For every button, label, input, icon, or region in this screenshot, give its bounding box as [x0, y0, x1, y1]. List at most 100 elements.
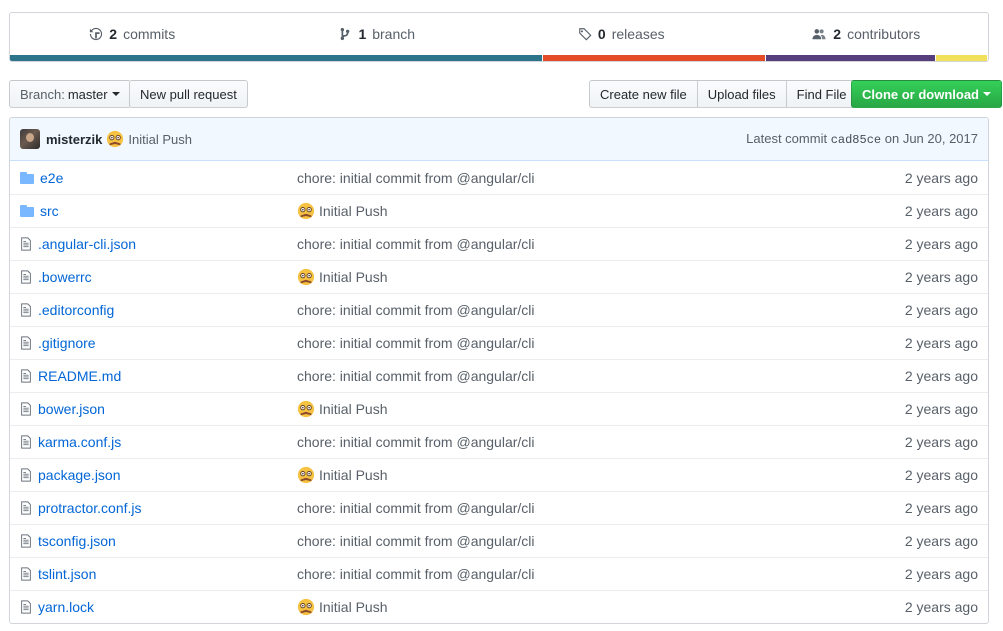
branch-icon: [341, 27, 350, 41]
commit-message-link[interactable]: Initial Push: [319, 467, 387, 483]
file-icon: [20, 336, 32, 350]
commit-age: 2 years ago: [904, 368, 978, 384]
file-icon: [20, 270, 32, 284]
folder-icon: [20, 171, 34, 184]
file-name-cell: package.json: [20, 467, 297, 483]
file-link[interactable]: .gitignore: [38, 335, 96, 351]
commit-message-cell: chore: initial commit from @angular/cli: [297, 566, 905, 582]
commit-message-link[interactable]: chore: initial commit from @angular/cli: [297, 500, 535, 516]
create-new-file-button[interactable]: Create new file: [589, 80, 698, 108]
commit-message-link[interactable]: chore: initial commit from @angular/cli: [297, 434, 535, 450]
commit-message-cell: chore: initial commit from @angular/cli: [297, 236, 905, 252]
branch-select-button[interactable]: Branch: master: [9, 80, 131, 108]
file-icon: [20, 435, 32, 449]
file-name-cell: .angular-cli.json: [20, 236, 297, 252]
commit-message-link[interactable]: chore: initial commit from @angular/cli: [297, 302, 535, 318]
nerd-face-emoji-icon: [297, 202, 315, 220]
file-link[interactable]: tsconfig.json: [38, 533, 116, 549]
commit-message-cell: Initial Push: [297, 598, 905, 616]
commit-message-link[interactable]: Initial Push: [319, 269, 387, 285]
commit-message-link[interactable]: chore: initial commit from @angular/cli: [297, 236, 535, 252]
commit-message-link[interactable]: chore: initial commit from @angular/cli: [297, 566, 535, 582]
latest-commit-label: Latest commit: [746, 131, 828, 146]
language-segment[interactable]: [543, 55, 766, 61]
commit-message-cell: chore: initial commit from @angular/cli: [297, 368, 905, 384]
commit-author[interactable]: misterzik: [46, 132, 102, 147]
table-row: .editorconfig chore: initial commit from …: [10, 293, 988, 326]
commit-message-cell: chore: initial commit from @angular/cli: [297, 533, 905, 549]
nerd-face-emoji-icon: [297, 400, 315, 418]
commit-age: 2 years ago: [904, 533, 978, 549]
language-bar[interactable]: [10, 55, 988, 61]
file-link[interactable]: yarn.lock: [38, 599, 94, 615]
file-name-cell: protractor.conf.js: [20, 500, 297, 516]
branches-link[interactable]: 1 branch: [255, 13, 500, 55]
commit-message-cell: Initial Push: [297, 466, 905, 484]
contributors-link[interactable]: 2 contributors: [744, 13, 989, 55]
branches-label: branch: [372, 26, 416, 42]
commit-age: 2 years ago: [904, 169, 978, 186]
commits-link[interactable]: 2 commits: [10, 13, 255, 55]
file-link[interactable]: package.json: [38, 467, 121, 483]
file-link[interactable]: .bowerrc: [38, 269, 92, 285]
file-link[interactable]: protractor.conf.js: [38, 500, 142, 516]
file-icon: [20, 600, 32, 614]
file-link[interactable]: bower.json: [38, 401, 105, 417]
commit-age: 2 years ago: [904, 467, 978, 483]
commit-sha-link[interactable]: cad85ce: [831, 133, 881, 147]
table-row: package.json Initial Push 2 years ago: [10, 458, 988, 491]
repo-summary: 2 commits 1 branch 0 releases 2 contribu…: [9, 12, 989, 62]
upload-files-button[interactable]: Upload files: [696, 80, 787, 108]
releases-count: 0: [597, 26, 606, 42]
commit-message-text: Initial Push: [128, 131, 192, 147]
file-link[interactable]: .editorconfig: [38, 302, 114, 318]
table-row: src Initial Push 2 years ago: [10, 194, 988, 227]
table-row: tsconfig.json chore: initial commit from …: [10, 524, 988, 557]
latest-commit-bar: misterzik Initial Push Latest commit cad…: [10, 118, 988, 161]
file-icon: [20, 303, 32, 317]
commit-message-cell: chore: initial commit from @angular/cli: [297, 170, 905, 186]
language-segment[interactable]: [936, 55, 988, 61]
commit-message-link[interactable]: chore: initial commit from @angular/cli: [297, 533, 535, 549]
file-link[interactable]: README.md: [38, 368, 121, 384]
commit-message-link[interactable]: chore: initial commit from @angular/cli: [297, 335, 535, 351]
branches-count: 1: [358, 26, 367, 42]
find-file-button[interactable]: Find File: [785, 80, 858, 108]
commit-message-link[interactable]: Initial Push: [319, 401, 387, 417]
releases-link[interactable]: 0 releases: [499, 13, 744, 55]
commit-message-link[interactable]: Initial Push: [319, 599, 387, 615]
clone-or-download-button[interactable]: Clone or download: [851, 80, 1002, 108]
language-segment[interactable]: [10, 55, 543, 61]
commit-age: 2 years ago: [904, 203, 978, 219]
commit-message-link[interactable]: chore: initial commit from @angular/cli: [297, 170, 535, 186]
file-link[interactable]: karma.conf.js: [38, 434, 121, 450]
caret-down-icon: [111, 92, 120, 96]
commit-age: 2 years ago: [904, 434, 978, 450]
table-row: tslint.json chore: initial commit from @a…: [10, 557, 988, 590]
file-icon: [20, 567, 32, 581]
file-name-cell: bower.json: [20, 401, 297, 417]
file-name-cell: e2e: [20, 170, 297, 186]
table-row: karma.conf.js chore: initial commit from …: [10, 425, 988, 458]
file-link[interactable]: e2e: [40, 170, 63, 186]
commit-message-link[interactable]: chore: initial commit from @angular/cli: [297, 368, 535, 384]
file-name-cell: tslint.json: [20, 566, 297, 582]
file-name-cell: .gitignore: [20, 335, 297, 351]
avatar[interactable]: [20, 129, 40, 149]
file-name-cell: README.md: [20, 368, 297, 384]
commit-message[interactable]: Initial Push: [106, 130, 192, 148]
tag-icon: [579, 28, 592, 41]
file-link[interactable]: tslint.json: [38, 566, 96, 582]
people-icon: [812, 29, 826, 40]
history-icon: [90, 27, 103, 41]
file-icon: [20, 501, 32, 515]
file-link[interactable]: .angular-cli.json: [38, 236, 136, 252]
file-link[interactable]: src: [40, 203, 59, 219]
language-segment[interactable]: [765, 55, 937, 61]
table-row: .angular-cli.json chore: initial commit f…: [10, 227, 988, 260]
table-row: e2e chore: initial commit from @angular/c…: [10, 161, 988, 194]
commit-message-link[interactable]: Initial Push: [319, 203, 387, 219]
file-icon: [20, 237, 32, 251]
contributors-count: 2: [833, 26, 842, 42]
new-pull-request-button[interactable]: New pull request: [129, 80, 248, 108]
